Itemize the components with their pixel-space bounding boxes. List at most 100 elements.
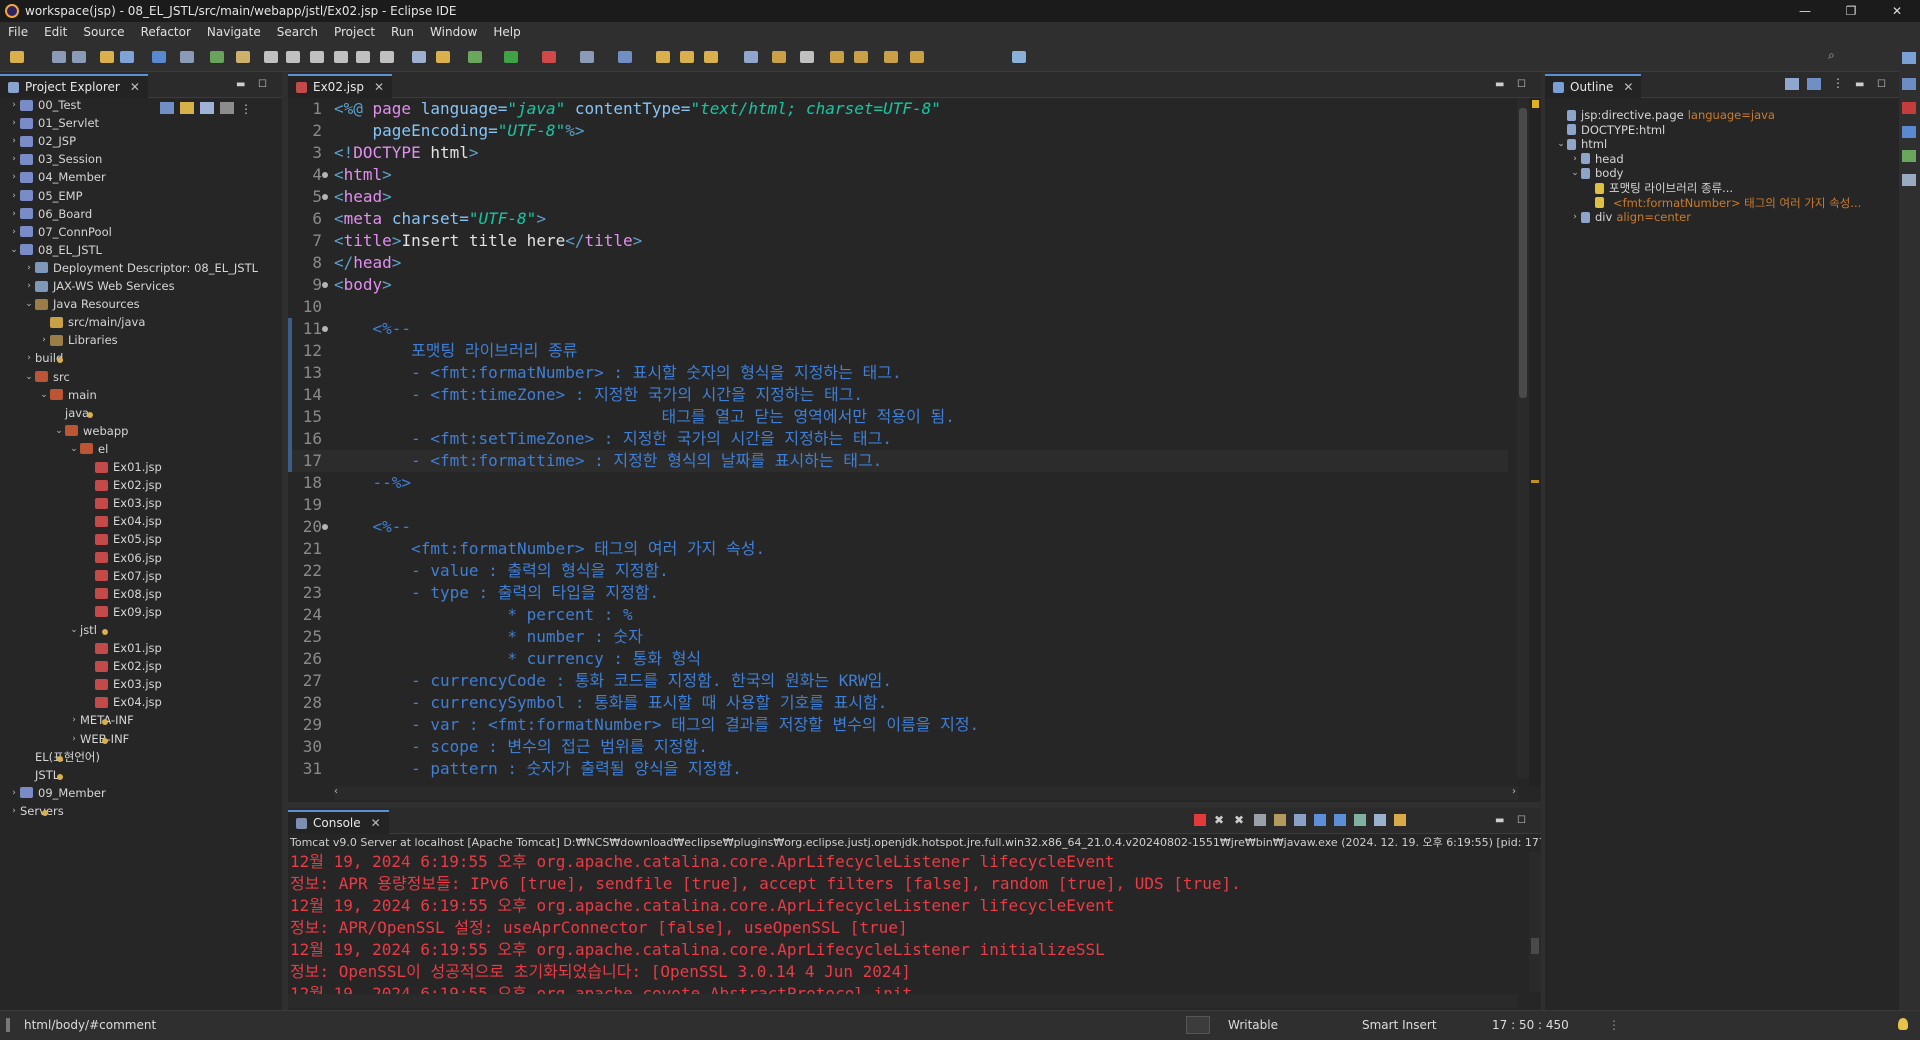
toolbar-button-icon[interactable]: [334, 51, 348, 63]
tree-item[interactable]: › 02_JSP: [8, 132, 76, 150]
code-line[interactable]: 13 - <fmt:formatNumber> : 표시할 숫자의 형식을 지정…: [288, 362, 1508, 384]
chevron-right-icon[interactable]: ›: [23, 263, 35, 273]
view-menu-icon[interactable]: ⋮: [1832, 76, 1844, 90]
tree-item[interactable]: Ex04.jsp: [83, 512, 162, 530]
properties-icon[interactable]: [1902, 150, 1916, 162]
menu-run[interactable]: Run: [383, 25, 422, 39]
tree-item[interactable]: Ex03.jsp: [83, 675, 162, 693]
code-line[interactable]: 24 * percent : %: [288, 604, 1508, 626]
code-line[interactable]: 9 <body>: [288, 274, 1508, 296]
tree-item[interactable]: › JAX-WS Web Services: [23, 277, 174, 295]
fold-toggle-icon[interactable]: [322, 172, 328, 178]
toolbar-button-icon[interactable]: [772, 51, 786, 63]
chevron-right-icon[interactable]: ›: [8, 172, 20, 182]
tree-item[interactable]: Ex08.jsp: [83, 585, 162, 603]
chevron-right-icon[interactable]: ›: [68, 734, 80, 744]
outline-item[interactable]: › div align=center: [1569, 208, 1691, 226]
toolbar-button-icon[interactable]: [180, 51, 194, 63]
menu-help[interactable]: Help: [485, 25, 528, 39]
toolbar-button-icon[interactable]: [10, 51, 24, 63]
fold-toggle-icon[interactable]: [322, 326, 328, 332]
toolbar-button-icon[interactable]: [236, 51, 250, 63]
restore-icon[interactable]: [1902, 78, 1916, 90]
scroll-lock-icon[interactable]: [1274, 814, 1286, 826]
toolbar-button-icon[interactable]: [436, 51, 450, 63]
tree-item[interactable]: › 07_ConnPool: [8, 223, 112, 241]
code-line[interactable]: 11 <%--: [288, 318, 1508, 340]
servers-icon[interactable]: [1902, 102, 1916, 114]
chevron-right-icon[interactable]: ›: [38, 335, 50, 345]
tree-item[interactable]: ⌄ webapp: [53, 422, 128, 440]
tree-item[interactable]: ⌄ 08_EL_JSTL: [8, 241, 102, 259]
toolbar-button-icon[interactable]: [656, 51, 670, 63]
toolbar-button-icon[interactable]: [854, 51, 868, 63]
menu-refactor[interactable]: Refactor: [133, 25, 199, 39]
chevron-down-icon[interactable]: ⌄: [8, 245, 20, 255]
chevron-right-icon[interactable]: ›: [8, 209, 20, 219]
tree-item[interactable]: › 09_Member: [8, 784, 106, 802]
collapse-all-icon[interactable]: [160, 102, 174, 114]
close-icon[interactable]: ✕: [1623, 80, 1633, 94]
code-line[interactable]: 20 <%--: [288, 516, 1508, 538]
chevron-down-icon[interactable]: ⌄: [23, 372, 35, 382]
code-line[interactable]: 28 - currencySymbol : 통화를 표시할 때 사용할 기호를 …: [288, 692, 1508, 714]
code-line[interactable]: 18 --%>: [288, 472, 1508, 494]
editor-horizontal-scrollbar[interactable]: ‹ ›: [334, 786, 1518, 800]
console-vertical-scrollbar[interactable]: [1529, 852, 1541, 992]
open-console-icon[interactable]: [1394, 814, 1406, 826]
toolbar-button-icon[interactable]: [286, 51, 300, 63]
tree-item[interactable]: JSTL: [23, 766, 63, 784]
tree-item[interactable]: ⌄ jstl: [68, 621, 108, 639]
tree-item[interactable]: › Deployment Descriptor: 08_EL_JSTL: [23, 259, 258, 277]
chevron-icon[interactable]: ⌄: [1555, 139, 1567, 149]
terminate-icon[interactable]: [1194, 814, 1206, 826]
tree-item[interactable]: java: [53, 404, 93, 422]
close-icon[interactable]: ✕: [130, 80, 140, 94]
close-icon[interactable]: ✕: [371, 816, 381, 830]
tree-item[interactable]: ⌄ el: [68, 440, 108, 458]
toolbar-button-icon[interactable]: [542, 51, 556, 63]
tree-item[interactable]: ›Servers: [8, 802, 64, 820]
console-scroll-thumb[interactable]: [1531, 938, 1539, 954]
code-line[interactable]: 16 - <fmt:setTimeZone> : 지정한 국가의 시간을 지정하…: [288, 428, 1508, 450]
code-line[interactable]: 7 <title>Insert title here</title>: [288, 230, 1508, 252]
tree-item[interactable]: src/main/java: [38, 313, 145, 331]
view-menu-icon[interactable]: ⋮: [240, 102, 252, 116]
toolbar-button-icon[interactable]: [152, 51, 166, 63]
code-line[interactable]: 12 포맷팅 라이브러리 종류: [288, 340, 1508, 362]
fold-toggle-icon[interactable]: [322, 524, 328, 530]
chevron-down-icon[interactable]: ⌄: [68, 444, 80, 454]
toolbar-button-icon[interactable]: [52, 51, 66, 63]
chevron-right-icon[interactable]: ›: [23, 281, 35, 291]
chevron-right-icon[interactable]: ›: [8, 227, 20, 237]
tree-item[interactable]: Ex05.jsp: [83, 530, 162, 548]
chevron-right-icon[interactable]: ›: [8, 154, 20, 164]
editor-scroll-thumb[interactable]: [1519, 108, 1527, 398]
menu-file[interactable]: File: [0, 25, 36, 39]
console-horizontal-scrollbar[interactable]: [288, 994, 1518, 1008]
code-line[interactable]: 14 - <fmt:timeZone> : 지정한 국가의 시간을 지정하는 태…: [288, 384, 1508, 406]
tree-item[interactable]: › 01_Servlet: [8, 114, 99, 132]
code-line[interactable]: 4 <html>: [288, 164, 1508, 186]
chevron-right-icon[interactable]: ›: [8, 191, 20, 201]
tree-item[interactable]: Ex06.jsp: [83, 549, 162, 567]
code-line[interactable]: 2 pageEncoding="UTF-8"%>: [288, 120, 1508, 142]
snippets-icon[interactable]: [1902, 174, 1916, 186]
menu-project[interactable]: Project: [326, 25, 383, 39]
word-wrap-icon[interactable]: [1294, 814, 1306, 826]
tree-item[interactable]: ›WEB-INF: [68, 730, 129, 748]
tab-outline[interactable]: Outline ✕: [1545, 74, 1642, 98]
maximize-view-icon[interactable]: ☐: [1517, 79, 1526, 90]
tree-item[interactable]: › 06_Board: [8, 205, 92, 223]
code-line[interactable]: 23 - type : 출력의 타입을 지정함.: [288, 582, 1508, 604]
tab-console[interactable]: Console ✕: [288, 810, 389, 834]
maximize-view-icon[interactable]: ☐: [1517, 815, 1526, 826]
close-icon[interactable]: ✕: [374, 80, 384, 94]
chevron-right-icon[interactable]: ›: [8, 118, 20, 128]
link-editor-icon[interactable]: [180, 102, 194, 114]
toolbar-button-icon[interactable]: [504, 51, 518, 63]
menu-navigate[interactable]: Navigate: [199, 25, 269, 39]
tree-item[interactable]: › 00_Test: [8, 96, 81, 114]
maximize-view-icon[interactable]: ☐: [258, 79, 267, 90]
chevron-right-icon[interactable]: ›: [8, 100, 20, 110]
